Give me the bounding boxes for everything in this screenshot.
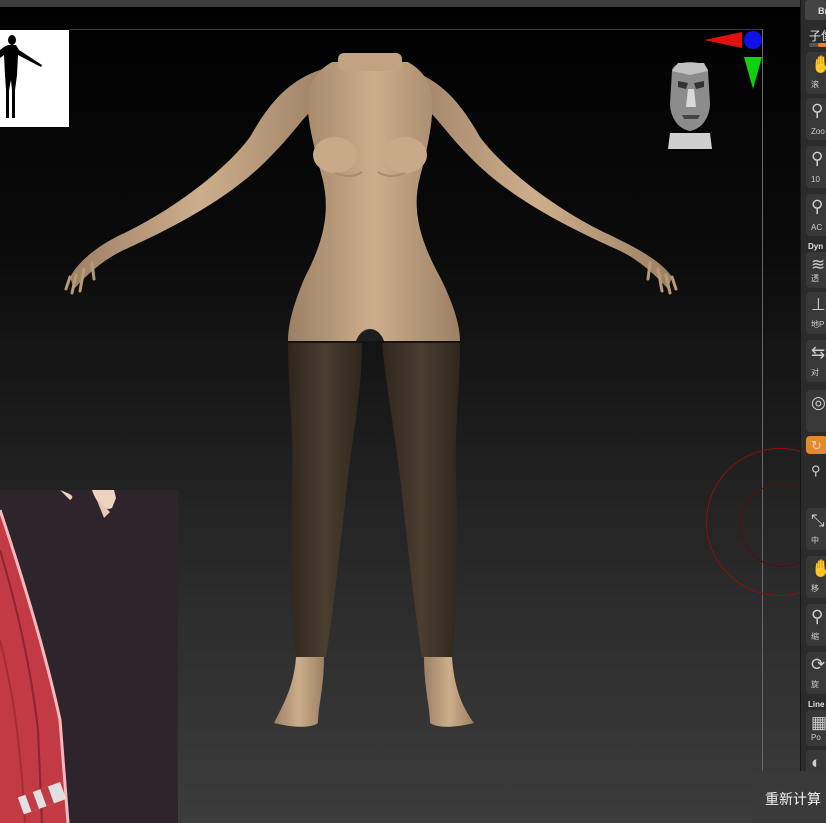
polyframe-icon: ▦ [811, 713, 826, 732]
hand-icon: ✋ [811, 559, 826, 578]
sym-icon: ⇆ [811, 343, 826, 362]
anti-aliased-half-button[interactable]: ⚲ AC [806, 194, 826, 236]
subtool-slider[interactable] [809, 43, 826, 47]
scale-view-button[interactable]: ⚲ 缩 [806, 604, 826, 646]
rotate-icon: ⟳ [811, 655, 826, 674]
3d-viewport-canvas[interactable] [0, 7, 800, 823]
zoom-icon: ⚲ [811, 607, 824, 626]
pivot-button[interactable]: ⚲ [806, 458, 826, 488]
zoom-icon: ⚲ [811, 197, 824, 216]
actual-size-button[interactable]: ⚲ 10 [806, 146, 826, 188]
active-toggle-button[interactable]: ↻ [806, 436, 826, 454]
dynamic-label: Dyn [808, 242, 824, 251]
move-view-button[interactable]: ✋ 移 [806, 556, 826, 598]
pin-icon: ⚲ [811, 463, 821, 478]
polyframe-button[interactable]: ▦ Po [806, 710, 826, 746]
floor-icon: ⊥ [811, 295, 826, 314]
brush-button[interactable]: Br [805, 0, 826, 20]
transp-icon: ◐ [811, 753, 822, 772]
tooltip-popup: 重新计算 [752, 771, 826, 823]
scroll-button[interactable]: ✋ 滚 [806, 52, 826, 94]
zoom-button[interactable]: ⚲ Zoo [806, 98, 826, 140]
move-icon: ⤡ [811, 511, 825, 530]
zoom-icon: ⚲ [811, 149, 824, 168]
symmetry-button[interactable]: ⇆ 对 [806, 340, 826, 382]
local-icon: ◎ [811, 393, 826, 412]
rotate-view-button[interactable]: ⟳ 旋 [806, 652, 826, 694]
tooltip-text: 重新计算 [765, 791, 821, 807]
hand-icon: ✋ [811, 55, 826, 74]
zoom-icon: ⚲ [811, 101, 824, 120]
line-fill-label: Line [808, 700, 825, 709]
floor-button[interactable]: ⊥ 地P [806, 292, 826, 334]
dynamic-icon: ≋ [811, 255, 826, 274]
refresh-icon: ↻ [811, 438, 822, 453]
slider-fill [818, 43, 826, 47]
axis-gizmo-icon[interactable] [700, 23, 768, 99]
frame-button[interactable]: ⤡ 中 [806, 508, 826, 550]
top-toolbar-strip [0, 0, 800, 7]
subtool-label: 子像 [809, 29, 826, 43]
right-tool-shelf: Br 子像 ✋ 滚 ⚲ Zoo ⚲ 10 ⚲ AC Dyn ≋ 透 ⊥ 地P ⇆… [800, 0, 826, 823]
local-button[interactable]: ◎ [806, 390, 826, 432]
perspective-button[interactable]: ≋ 透 [806, 252, 826, 288]
